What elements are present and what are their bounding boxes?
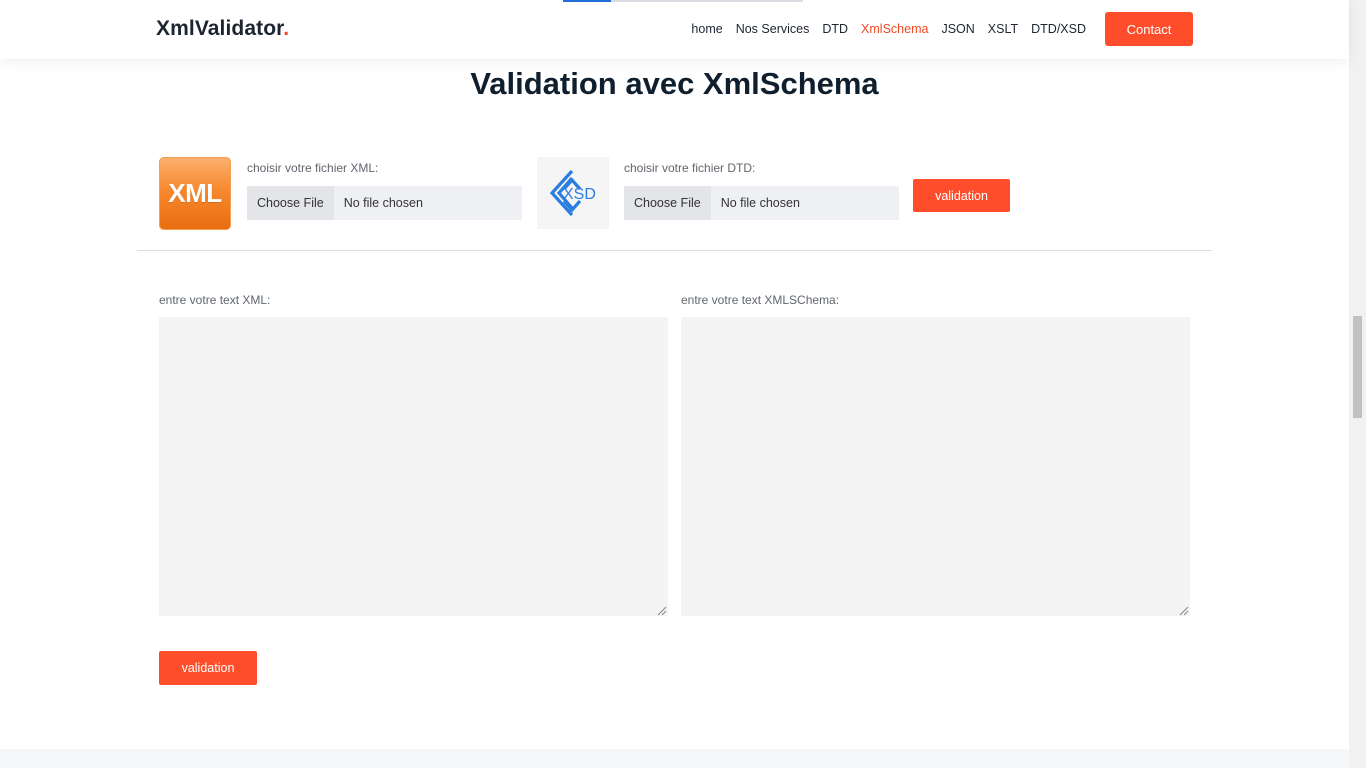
schema-text-area[interactable] — [681, 317, 1190, 616]
page-progress-fill — [563, 0, 611, 2]
nav-item-nos-services[interactable]: Nos Services — [736, 22, 810, 36]
dtd-file-status: No file chosen — [720, 196, 800, 210]
nav-item-dtd[interactable]: DTD — [822, 22, 848, 36]
xsd-file-logo: XSD — [537, 157, 609, 229]
dtd-file-label: choisir votre fichier DTD: — [624, 161, 756, 175]
site-logo[interactable]: XmlValidator. — [156, 17, 289, 41]
page-progress-strip — [563, 0, 803, 2]
nav-item-xmlschema[interactable]: XmlSchema — [861, 22, 928, 36]
footer-band — [0, 749, 1349, 768]
dtd-file-input[interactable]: Choose File No file chosen — [624, 186, 899, 220]
xml-text-label: entre votre text XML: — [159, 293, 271, 307]
resize-grip-icon[interactable] — [1179, 606, 1189, 616]
site-header: XmlValidator. home Nos Services DTD XmlS… — [0, 0, 1349, 59]
resize-grip-icon[interactable] — [657, 606, 667, 616]
contact-button[interactable]: Contact — [1105, 12, 1193, 46]
nav-item-xslt[interactable]: XSLT — [988, 22, 1018, 36]
xml-choose-file-button[interactable]: Choose File — [247, 186, 334, 220]
logo-text: XmlValidator — [156, 17, 284, 40]
main-nav: home Nos Services DTD XmlSchema JSON XSL… — [691, 22, 1086, 36]
scrollbar-thumb[interactable] — [1353, 316, 1362, 418]
nav-item-home[interactable]: home — [691, 22, 722, 36]
schema-text-label: entre votre text XMLSChema: — [681, 293, 840, 307]
xsd-icon: XSD — [549, 169, 596, 217]
xml-file-status: No file chosen — [343, 196, 423, 210]
xml-file-input[interactable]: Choose File No file chosen — [247, 186, 522, 220]
page-title: Validation avec XmlSchema — [470, 66, 879, 101]
xml-file-logo: XML — [159, 157, 231, 230]
text-validation-button[interactable]: validation — [159, 651, 257, 685]
xml-text-area[interactable] — [159, 317, 668, 616]
section-divider — [137, 250, 1212, 251]
file-validation-button[interactable]: validation — [913, 179, 1010, 212]
nav-item-json[interactable]: JSON — [941, 22, 974, 36]
nav-item-dtd-xsd[interactable]: DTD/XSD — [1031, 22, 1086, 36]
logo-dot: . — [283, 17, 290, 40]
page-scrollbar[interactable] — [1349, 0, 1366, 768]
dtd-choose-file-button[interactable]: Choose File — [624, 186, 711, 220]
xml-logo-text: XML — [168, 178, 222, 208]
xsd-logo-text: XSD — [563, 186, 596, 203]
xml-file-label: choisir votre fichier XML: — [247, 161, 379, 175]
